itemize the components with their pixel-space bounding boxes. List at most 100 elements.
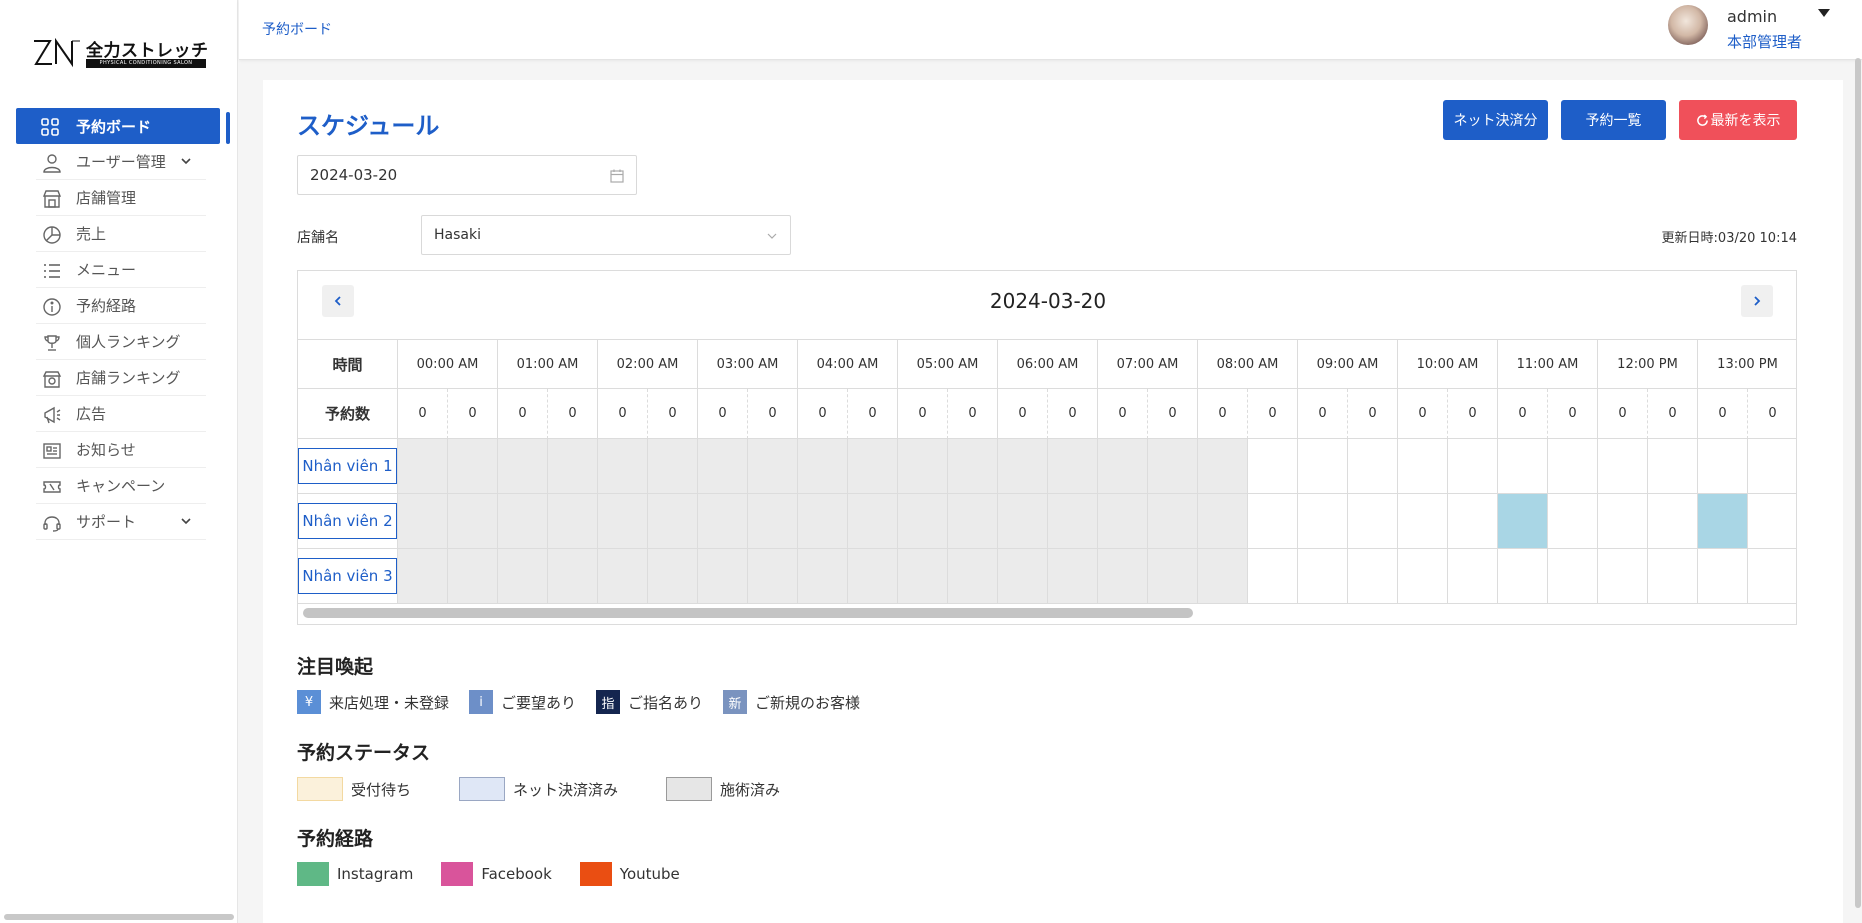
time-slot[interactable]: [1398, 549, 1448, 604]
time-slot[interactable]: [748, 439, 798, 494]
time-slot[interactable]: [1748, 439, 1796, 494]
booked-slot[interactable]: [1498, 494, 1548, 549]
time-slot[interactable]: [448, 549, 498, 604]
time-slot[interactable]: [1098, 494, 1148, 549]
sidebar-item-store-ranking[interactable]: 店舗ランキング: [36, 360, 206, 396]
time-slot[interactable]: [1548, 494, 1598, 549]
time-slot[interactable]: [1648, 549, 1698, 604]
staff-name-button[interactable]: Nhân viên 3: [298, 558, 397, 594]
time-slot[interactable]: [598, 439, 648, 494]
reservation-list-button[interactable]: 予約一覧: [1561, 100, 1666, 140]
time-slot[interactable]: [948, 494, 998, 549]
next-day-button[interactable]: [1741, 285, 1773, 317]
time-slot[interactable]: [698, 494, 748, 549]
time-slot[interactable]: [998, 439, 1048, 494]
time-slot[interactable]: [1348, 549, 1398, 604]
time-slot[interactable]: [898, 549, 948, 604]
time-slot[interactable]: [1048, 494, 1098, 549]
time-slot[interactable]: [948, 439, 998, 494]
sidebar-item-campaign[interactable]: キャンペーン: [36, 468, 206, 504]
sidebar-item-sales[interactable]: 売上: [36, 216, 206, 252]
time-slot[interactable]: [1248, 494, 1298, 549]
time-slot[interactable]: [1098, 439, 1148, 494]
time-slot[interactable]: [1748, 549, 1796, 604]
time-slot[interactable]: [748, 549, 798, 604]
sidebar-item-reservation-route[interactable]: 予約経路: [36, 288, 206, 324]
sidebar-item-store-management[interactable]: 店舗管理: [36, 180, 206, 216]
time-slot[interactable]: [398, 439, 448, 494]
time-slot[interactable]: [1148, 439, 1198, 494]
breadcrumb[interactable]: 予約ボード: [262, 19, 332, 39]
date-picker[interactable]: 2024-03-20: [297, 155, 637, 195]
time-slot[interactable]: [548, 549, 598, 604]
time-slot[interactable]: [498, 494, 548, 549]
time-slot[interactable]: [698, 439, 748, 494]
time-slot[interactable]: [548, 439, 598, 494]
time-slot[interactable]: [798, 439, 848, 494]
time-slot[interactable]: [1198, 494, 1248, 549]
caret-down-icon[interactable]: [1817, 8, 1831, 18]
avatar[interactable]: [1668, 5, 1708, 45]
time-slot[interactable]: [1348, 494, 1398, 549]
time-slot[interactable]: [1148, 549, 1198, 604]
time-slot[interactable]: [1648, 439, 1698, 494]
prev-day-button[interactable]: [322, 285, 354, 317]
sidebar-item-ads[interactable]: 広告: [36, 396, 206, 432]
window-scrollbar[interactable]: [1855, 58, 1861, 908]
shop-select[interactable]: Hasaki: [421, 215, 791, 255]
time-slot[interactable]: [648, 549, 698, 604]
time-slot[interactable]: [598, 494, 648, 549]
staff-name-button[interactable]: Nhân viên 2: [298, 503, 397, 539]
time-slot[interactable]: [1598, 439, 1648, 494]
sidebar-item-personal-ranking[interactable]: 個人ランキング: [36, 324, 206, 360]
time-slot[interactable]: [448, 439, 498, 494]
time-slot[interactable]: [848, 494, 898, 549]
sidebar-item-user-management[interactable]: ユーザー管理: [36, 144, 206, 180]
net-paid-button[interactable]: ネット決済分: [1443, 100, 1548, 140]
time-slot[interactable]: [1248, 549, 1298, 604]
time-slot[interactable]: [1198, 549, 1248, 604]
time-slot[interactable]: [1448, 549, 1498, 604]
time-slot[interactable]: [1298, 439, 1348, 494]
sidebar-item-support[interactable]: サポート: [36, 504, 206, 540]
time-slot[interactable]: [648, 439, 698, 494]
time-slot[interactable]: [1048, 439, 1098, 494]
booked-slot[interactable]: [1698, 494, 1748, 549]
brand-logo[interactable]: 全力ストレッチ PHYSICAL CONDITIONING SALON: [32, 36, 208, 72]
time-slot[interactable]: [498, 549, 548, 604]
time-slot[interactable]: [848, 549, 898, 604]
sidebar-scrollbar[interactable]: [4, 914, 234, 920]
time-slot[interactable]: [1548, 439, 1598, 494]
time-slot[interactable]: [948, 549, 998, 604]
time-slot[interactable]: [448, 494, 498, 549]
time-slot[interactable]: [1298, 549, 1348, 604]
time-slot[interactable]: [1498, 549, 1548, 604]
time-slot[interactable]: [1198, 439, 1248, 494]
time-slot[interactable]: [1448, 494, 1498, 549]
time-slot[interactable]: [398, 494, 448, 549]
sidebar-item-menu[interactable]: メニュー: [36, 252, 206, 288]
time-slot[interactable]: [648, 494, 698, 549]
time-slot[interactable]: [1348, 439, 1398, 494]
sidebar-item-news[interactable]: お知らせ: [36, 432, 206, 468]
time-slot[interactable]: [1598, 549, 1648, 604]
refresh-button[interactable]: 最新を表示: [1679, 100, 1797, 140]
time-slot[interactable]: [1698, 439, 1748, 494]
time-slot[interactable]: [1598, 494, 1648, 549]
time-slot[interactable]: [1298, 494, 1348, 549]
time-slot[interactable]: [1398, 439, 1448, 494]
time-slot[interactable]: [898, 494, 948, 549]
time-slot[interactable]: [1498, 439, 1548, 494]
time-slot[interactable]: [1398, 494, 1448, 549]
time-slot[interactable]: [848, 439, 898, 494]
time-slot[interactable]: [498, 439, 548, 494]
time-slot[interactable]: [1448, 439, 1498, 494]
time-slot[interactable]: [1748, 494, 1796, 549]
time-slot[interactable]: [1548, 549, 1598, 604]
time-slot[interactable]: [798, 494, 848, 549]
time-slot[interactable]: [1048, 549, 1098, 604]
time-slot[interactable]: [1698, 549, 1748, 604]
sidebar-item-reservation-board[interactable]: 予約ボード: [16, 108, 220, 144]
time-slot[interactable]: [998, 494, 1048, 549]
time-slot[interactable]: [998, 549, 1048, 604]
